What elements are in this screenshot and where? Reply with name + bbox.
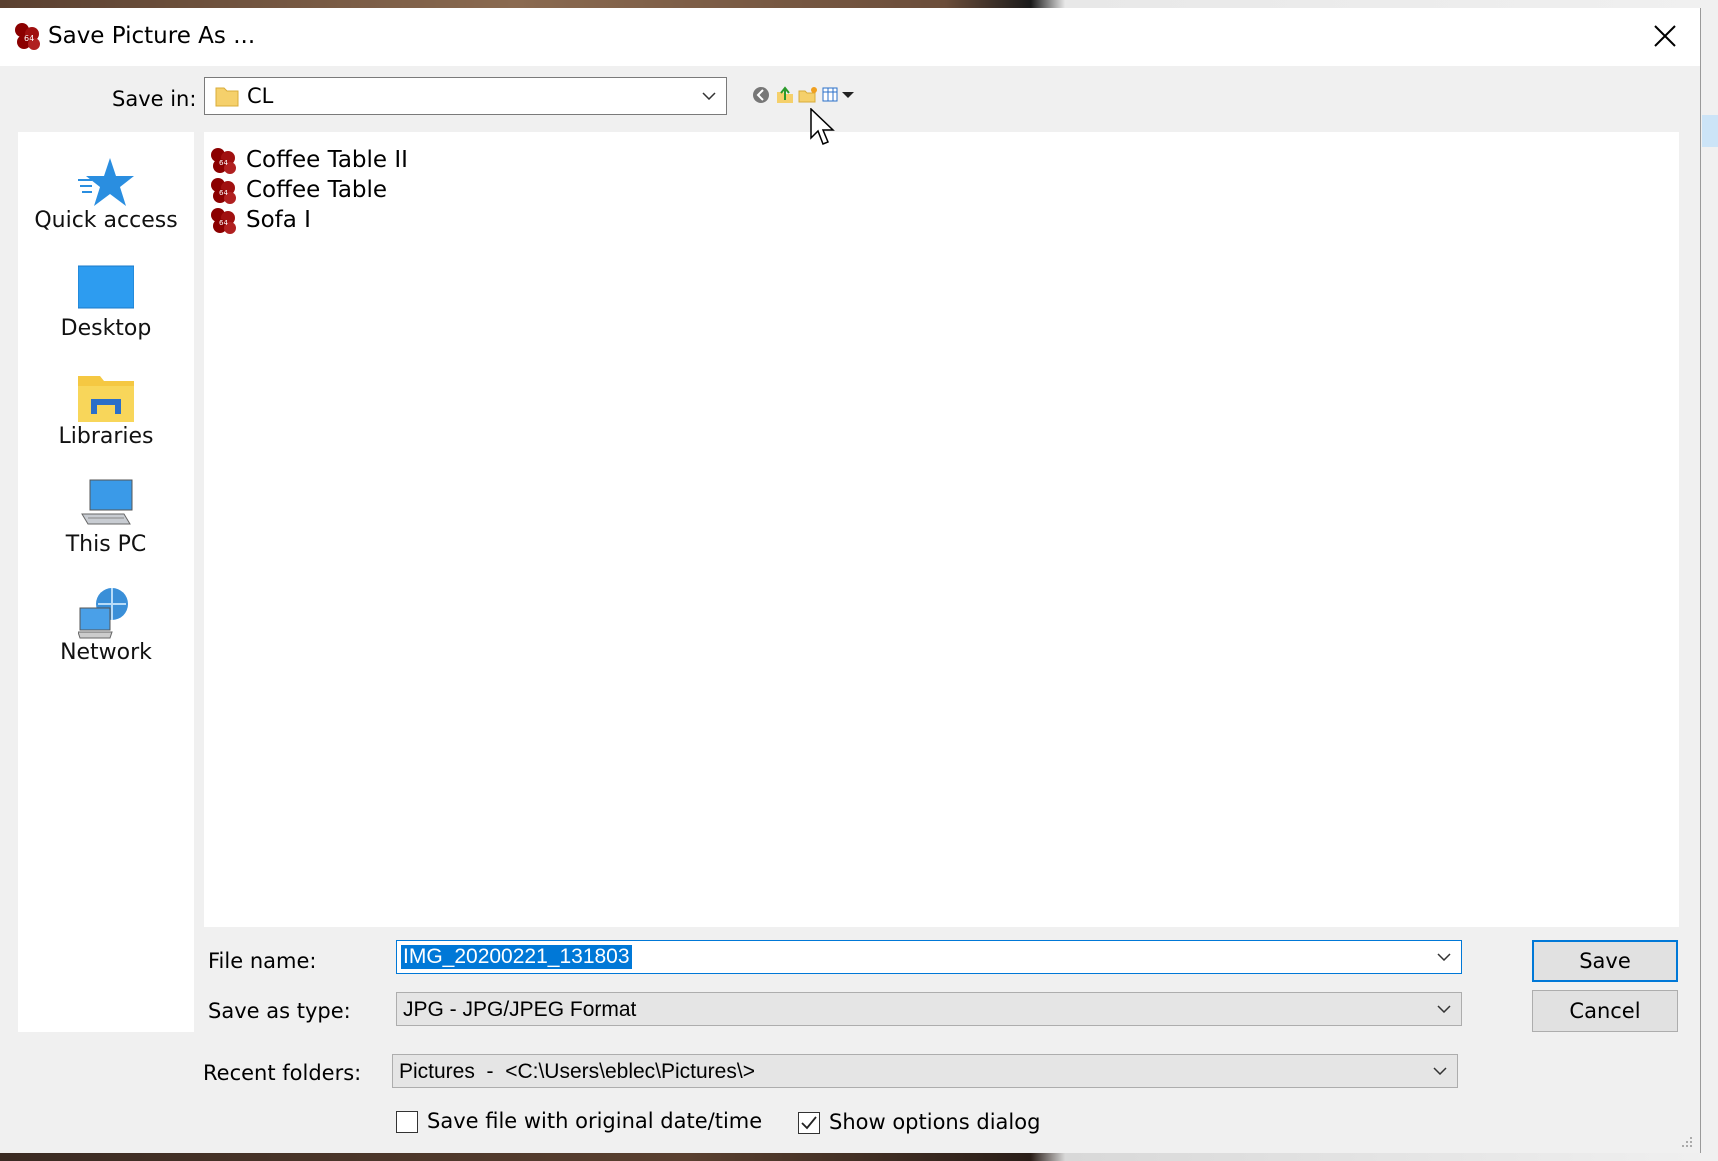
file-name-field[interactable]: IMG_20200221_131803 [396,940,1462,974]
chevron-down-icon [1433,1067,1447,1075]
save-in-value: CL [247,84,274,108]
network-icon [78,588,128,639]
svg-text:64: 64 [219,219,228,227]
place-label: Quick access [34,208,178,233]
recent-folders-select[interactable]: Pictures - <C:\Users\eblec\Pictures\> [392,1054,1458,1088]
desktop-icon [78,265,134,309]
picture-file-icon: 64 [211,178,236,204]
cancel-button[interactable]: Cancel [1532,990,1678,1032]
chevron-down-icon [702,92,716,100]
save-as-type-label: Save as type: [208,999,351,1023]
dialog-title: Save Picture As ... [48,23,256,49]
computer-icon [81,479,133,525]
resize-grip-icon[interactable] [1678,1133,1694,1149]
file-name: Coffee Table II [246,147,408,173]
save-picture-dialog: 64 Save Picture As ... Save in: CL Quick… [0,8,1701,1153]
show-options-checkbox[interactable] [798,1112,820,1134]
save-original-date-checkbox[interactable] [396,1111,418,1133]
star-icon [78,158,134,206]
place-label: Network [60,640,152,665]
background-app-strip-right [1700,0,1718,1161]
places-bar: Quick access Desktop Libraries This PC N… [18,132,194,1032]
file-name-label: File name: [208,949,317,973]
picture-file-icon: 64 [211,148,236,174]
file-name: Sofa I [246,207,311,233]
folder-icon [215,87,239,107]
close-button[interactable] [1640,16,1692,58]
mouse-cursor-icon [810,108,835,145]
chevron-down-icon [1437,1005,1451,1013]
save-in-label: Save in: [112,87,197,111]
show-options-label: Show options dialog [829,1110,1041,1134]
place-this-pc[interactable]: This PC [18,468,194,568]
svg-text:64: 64 [219,159,228,167]
recent-folders-value: Pictures - <C:\Users\eblec\Pictures\> [399,1060,755,1083]
background-app-strip-top [0,0,1718,8]
place-label: Libraries [58,424,154,449]
place-network[interactable]: Network [18,576,194,676]
recent-folders-label: Recent folders: [203,1061,362,1085]
file-name: Coffee Table [246,177,388,203]
app-icon: 64 [15,23,40,50]
place-label: Desktop [60,316,152,341]
checkmark-icon [801,1116,817,1130]
save-as-type-value: JPG - JPG/JPEG Format [403,998,637,1021]
up-folder-icon[interactable] [776,86,794,109]
title-bar: 64 Save Picture As ... [0,8,1700,66]
libraries-icon [78,376,134,422]
place-libraries[interactable]: Libraries [18,360,194,460]
view-menu-icon[interactable] [822,86,858,109]
save-in-combo[interactable]: CL [204,77,727,115]
file-name-value: IMG_20200221_131803 [401,945,632,969]
save-original-date-label: Save file with original date/time [427,1109,763,1133]
svg-text:64: 64 [219,189,228,197]
new-folder-icon[interactable] [798,86,818,109]
svg-text:64: 64 [24,34,34,43]
file-list[interactable]: 64 Coffee Table II 64 Coffee Table 64 So… [204,132,1679,927]
save-as-type-select[interactable]: JPG - JPG/JPEG Format [396,992,1462,1026]
chevron-down-icon[interactable] [1437,953,1451,961]
place-label: This PC [65,532,147,557]
place-quick-access[interactable]: Quick access [18,144,194,244]
close-icon [1654,25,1676,47]
background-app-strip-bottom [0,1153,1718,1161]
back-icon[interactable] [752,86,770,109]
picture-file-icon: 64 [211,208,236,234]
save-button[interactable]: Save [1532,940,1678,982]
place-desktop[interactable]: Desktop [18,252,194,352]
